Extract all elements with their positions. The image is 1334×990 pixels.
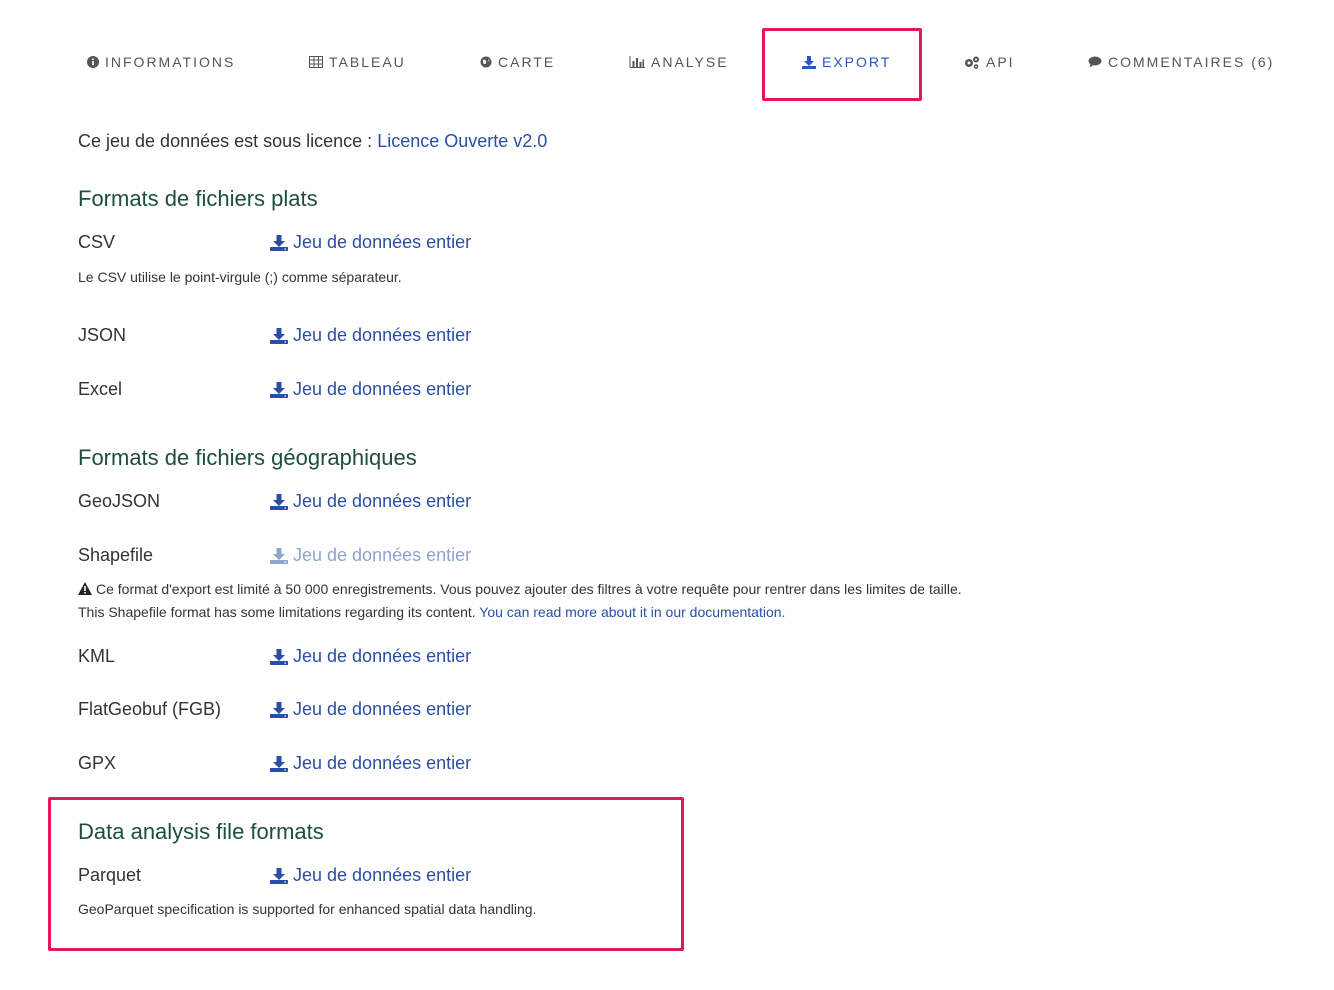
info-circle-icon: [87, 56, 99, 68]
table-icon: [309, 56, 323, 68]
tab-informations[interactable]: INFORMATIONS: [87, 52, 235, 72]
format-label-csv: CSV: [78, 232, 116, 252]
download-fgb-link[interactable]: Jeu de données entier: [270, 699, 471, 720]
globe-icon: [480, 56, 492, 68]
license-text: Ce jeu de données est sous licence :: [78, 131, 378, 151]
shapefile-documentation-link[interactable]: You can read more about it in our docume…: [479, 604, 785, 620]
download-shapefile-link: Jeu de données entier: [270, 545, 471, 566]
tab-bar: INFORMATIONS TABLEAU CARTE ANALYSE EXPOR…: [0, 0, 1334, 100]
analysis-section-highlight: [48, 797, 684, 951]
download-icon: [270, 327, 288, 344]
tab-commentaires[interactable]: COMMENTAIRES (6): [1088, 52, 1274, 72]
tab-tableau-label: TABLEAU: [329, 54, 406, 70]
download-label: Jeu de données entier: [293, 699, 472, 719]
shapefile-info: This Shapefile format has some limitatio…: [78, 604, 785, 620]
tab-commentaires-label: COMMENTAIRES (6): [1108, 54, 1275, 70]
format-label-json: JSON: [78, 325, 127, 345]
download-label: Jeu de données entier: [293, 545, 472, 565]
tab-carte-label: CARTE: [498, 54, 556, 70]
tab-api[interactable]: API: [964, 52, 1015, 72]
tab-api-label: API: [986, 54, 1015, 70]
download-geojson-link[interactable]: Jeu de données entier: [270, 491, 471, 512]
download-label: Jeu de données entier: [293, 325, 472, 345]
format-label-gpx: GPX: [78, 753, 117, 773]
format-label-geojson: GeoJSON: [78, 491, 161, 511]
download-icon: [270, 648, 288, 665]
download-csv-link[interactable]: Jeu de données entier: [270, 232, 471, 253]
format-label-shapefile: Shapefile: [78, 545, 154, 565]
download-label: Jeu de données entier: [293, 646, 472, 666]
shapefile-warning: Ce format d'export est limité à 50 000 e…: [78, 581, 962, 597]
bar-chart-icon: [629, 56, 645, 68]
geo-formats-title: Formats de fichiers géographiques: [78, 445, 417, 470]
download-kml-link[interactable]: Jeu de données entier: [270, 646, 471, 667]
tab-analyse-label: ANALYSE: [651, 54, 729, 70]
gears-icon: [965, 56, 979, 69]
license-line: Ce jeu de données est sous licence : Lic…: [78, 131, 547, 152]
download-label: Jeu de données entier: [293, 491, 472, 511]
flat-formats-title: Formats de fichiers plats: [78, 186, 318, 211]
download-icon: [270, 381, 288, 398]
export-tab-highlight: [762, 28, 922, 101]
download-icon: [270, 493, 288, 510]
download-icon: [270, 234, 288, 251]
download-label: Jeu de données entier: [293, 232, 472, 252]
export-page: INFORMATIONS TABLEAU CARTE ANALYSE EXPOR…: [0, 0, 1334, 990]
comment-icon: [1088, 56, 1102, 68]
download-icon: [270, 755, 288, 772]
download-label: Jeu de données entier: [293, 753, 472, 773]
format-label-kml: KML: [78, 646, 116, 666]
format-label-fgb: FlatGeobuf (FGB): [78, 699, 222, 719]
download-json-link[interactable]: Jeu de données entier: [270, 325, 471, 346]
shapefile-info-text: This Shapefile format has some limitatio…: [78, 604, 480, 620]
tab-carte[interactable]: CARTE: [480, 52, 555, 72]
shapefile-warning-text: Ce format d'export est limité à 50 000 e…: [96, 581, 962, 597]
download-icon: [270, 701, 288, 718]
warning-icon: [78, 582, 92, 595]
download-excel-link[interactable]: Jeu de données entier: [270, 379, 471, 400]
tab-analyse[interactable]: ANALYSE: [629, 52, 729, 72]
format-label-excel: Excel: [78, 379, 123, 399]
tab-informations-label: INFORMATIONS: [105, 54, 236, 70]
download-gpx-link[interactable]: Jeu de données entier: [270, 753, 471, 774]
license-link[interactable]: Licence Ouverte v2.0: [377, 131, 547, 151]
csv-note: Le CSV utilise le point-virgule (;) comm…: [78, 269, 402, 285]
download-icon: [270, 547, 288, 564]
download-label: Jeu de données entier: [293, 379, 472, 399]
tab-tableau[interactable]: TABLEAU: [309, 52, 406, 72]
